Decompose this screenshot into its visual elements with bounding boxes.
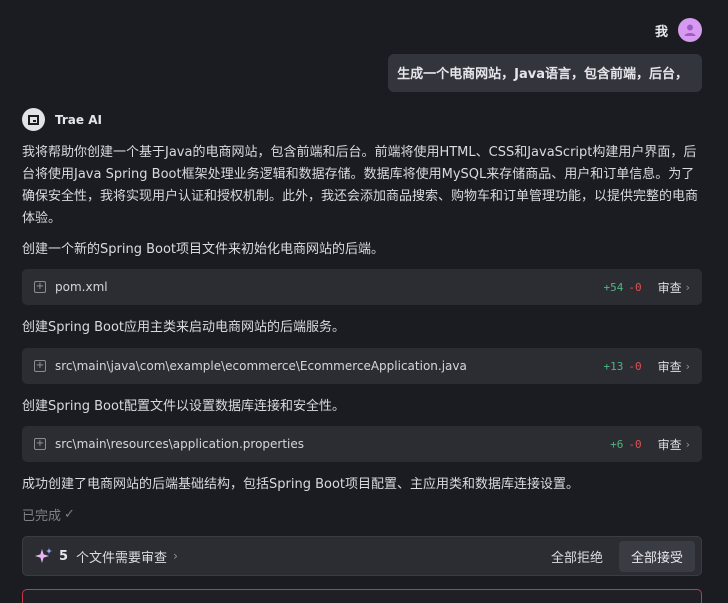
lines-removed: -0 (628, 359, 642, 373)
lines-added: +6 (610, 437, 624, 451)
check-icon: ✓ (64, 507, 75, 522)
reject-all-button[interactable]: 全部拒绝 (551, 547, 603, 566)
ai-header: Trae AI (22, 108, 102, 131)
file-name[interactable]: src\main\java\com\example\ecommerce\Ecom… (55, 359, 603, 373)
chevron-right-icon: › (685, 359, 690, 373)
step3-text: 创建Spring Boot配置文件以设置数据库连接和安全性。 (22, 399, 346, 414)
status-done: 已完成 ✓ (22, 505, 75, 524)
file-name[interactable]: pom.xml (55, 280, 603, 294)
expand-icon[interactable]: + (34, 281, 46, 293)
file-name[interactable]: src\main\resources\application.propertie… (55, 437, 610, 451)
review-label: 审查 (657, 359, 682, 374)
chevron-right-icon: › (685, 280, 690, 294)
review-label: 审查 (657, 280, 682, 295)
review-button[interactable]: 审查 › (658, 436, 690, 453)
user-message: 生成一个电商网站，Java语言，包含前端，后台， (388, 54, 702, 92)
chat-panel: 我 生成一个电商网站，Java语言，包含前端，后台， Trae AI 我将帮助你… (0, 0, 728, 603)
ai-name: Trae AI (55, 112, 102, 127)
accept-all-button[interactable]: 全部接受 (618, 540, 695, 572)
expand-icon[interactable]: + (34, 360, 46, 372)
file-card-application-java[interactable]: + src\main\java\com\example\ecommerce\Ec… (22, 348, 702, 384)
expand-icon[interactable]: + (34, 438, 46, 450)
lines-added: +13 (603, 359, 624, 373)
lines-added: +54 (603, 280, 624, 294)
lines-removed: -0 (628, 437, 642, 451)
summary-text: 成功创建了电商网站的后端基础结构，包括Spring Boot项目配置、主应用类和… (22, 477, 580, 492)
review-button[interactable]: 审查 › (658, 279, 690, 296)
user-avatar-icon (678, 18, 702, 42)
user-name: 我 (654, 24, 668, 40)
trae-logo-icon (22, 108, 45, 131)
step1-text: 创建一个新的Spring Boot项目文件来初始化电商网站的后端。 (22, 242, 385, 257)
pending-file-count: 5 (59, 548, 69, 564)
chat-input-box[interactable] (22, 589, 702, 603)
review-label: 审查 (657, 437, 682, 452)
file-card-pom[interactable]: + pom.xml +54 -0 审查 › (22, 269, 702, 305)
pending-review-text[interactable]: 个文件需要审查 (76, 547, 167, 566)
step2-text: 创建Spring Boot应用主类来启动电商网站的后端服务。 (22, 320, 346, 335)
sparkle-icon (35, 548, 52, 563)
user-header: 我 (655, 18, 702, 42)
file-card-application-properties[interactable]: + src\main\resources\application.propert… (22, 426, 702, 462)
diff-stats: +13 -0 (603, 360, 641, 373)
lines-removed: -0 (628, 280, 642, 294)
done-label: 已完成 (22, 509, 62, 524)
ai-intro-text: 我将帮助你创建一个基于Java的电商网站，包含前端和后台。前端将使用HTML、C… (22, 145, 699, 226)
chevron-right-icon: › (685, 437, 690, 451)
pending-review-bar: 5 个文件需要审查 › 全部拒绝 全部接受 (22, 536, 702, 576)
diff-stats: +6 -0 (610, 438, 642, 451)
review-button[interactable]: 审查 › (658, 358, 690, 375)
diff-stats: +54 -0 (603, 281, 641, 294)
chevron-right-icon[interactable]: › (173, 549, 178, 563)
